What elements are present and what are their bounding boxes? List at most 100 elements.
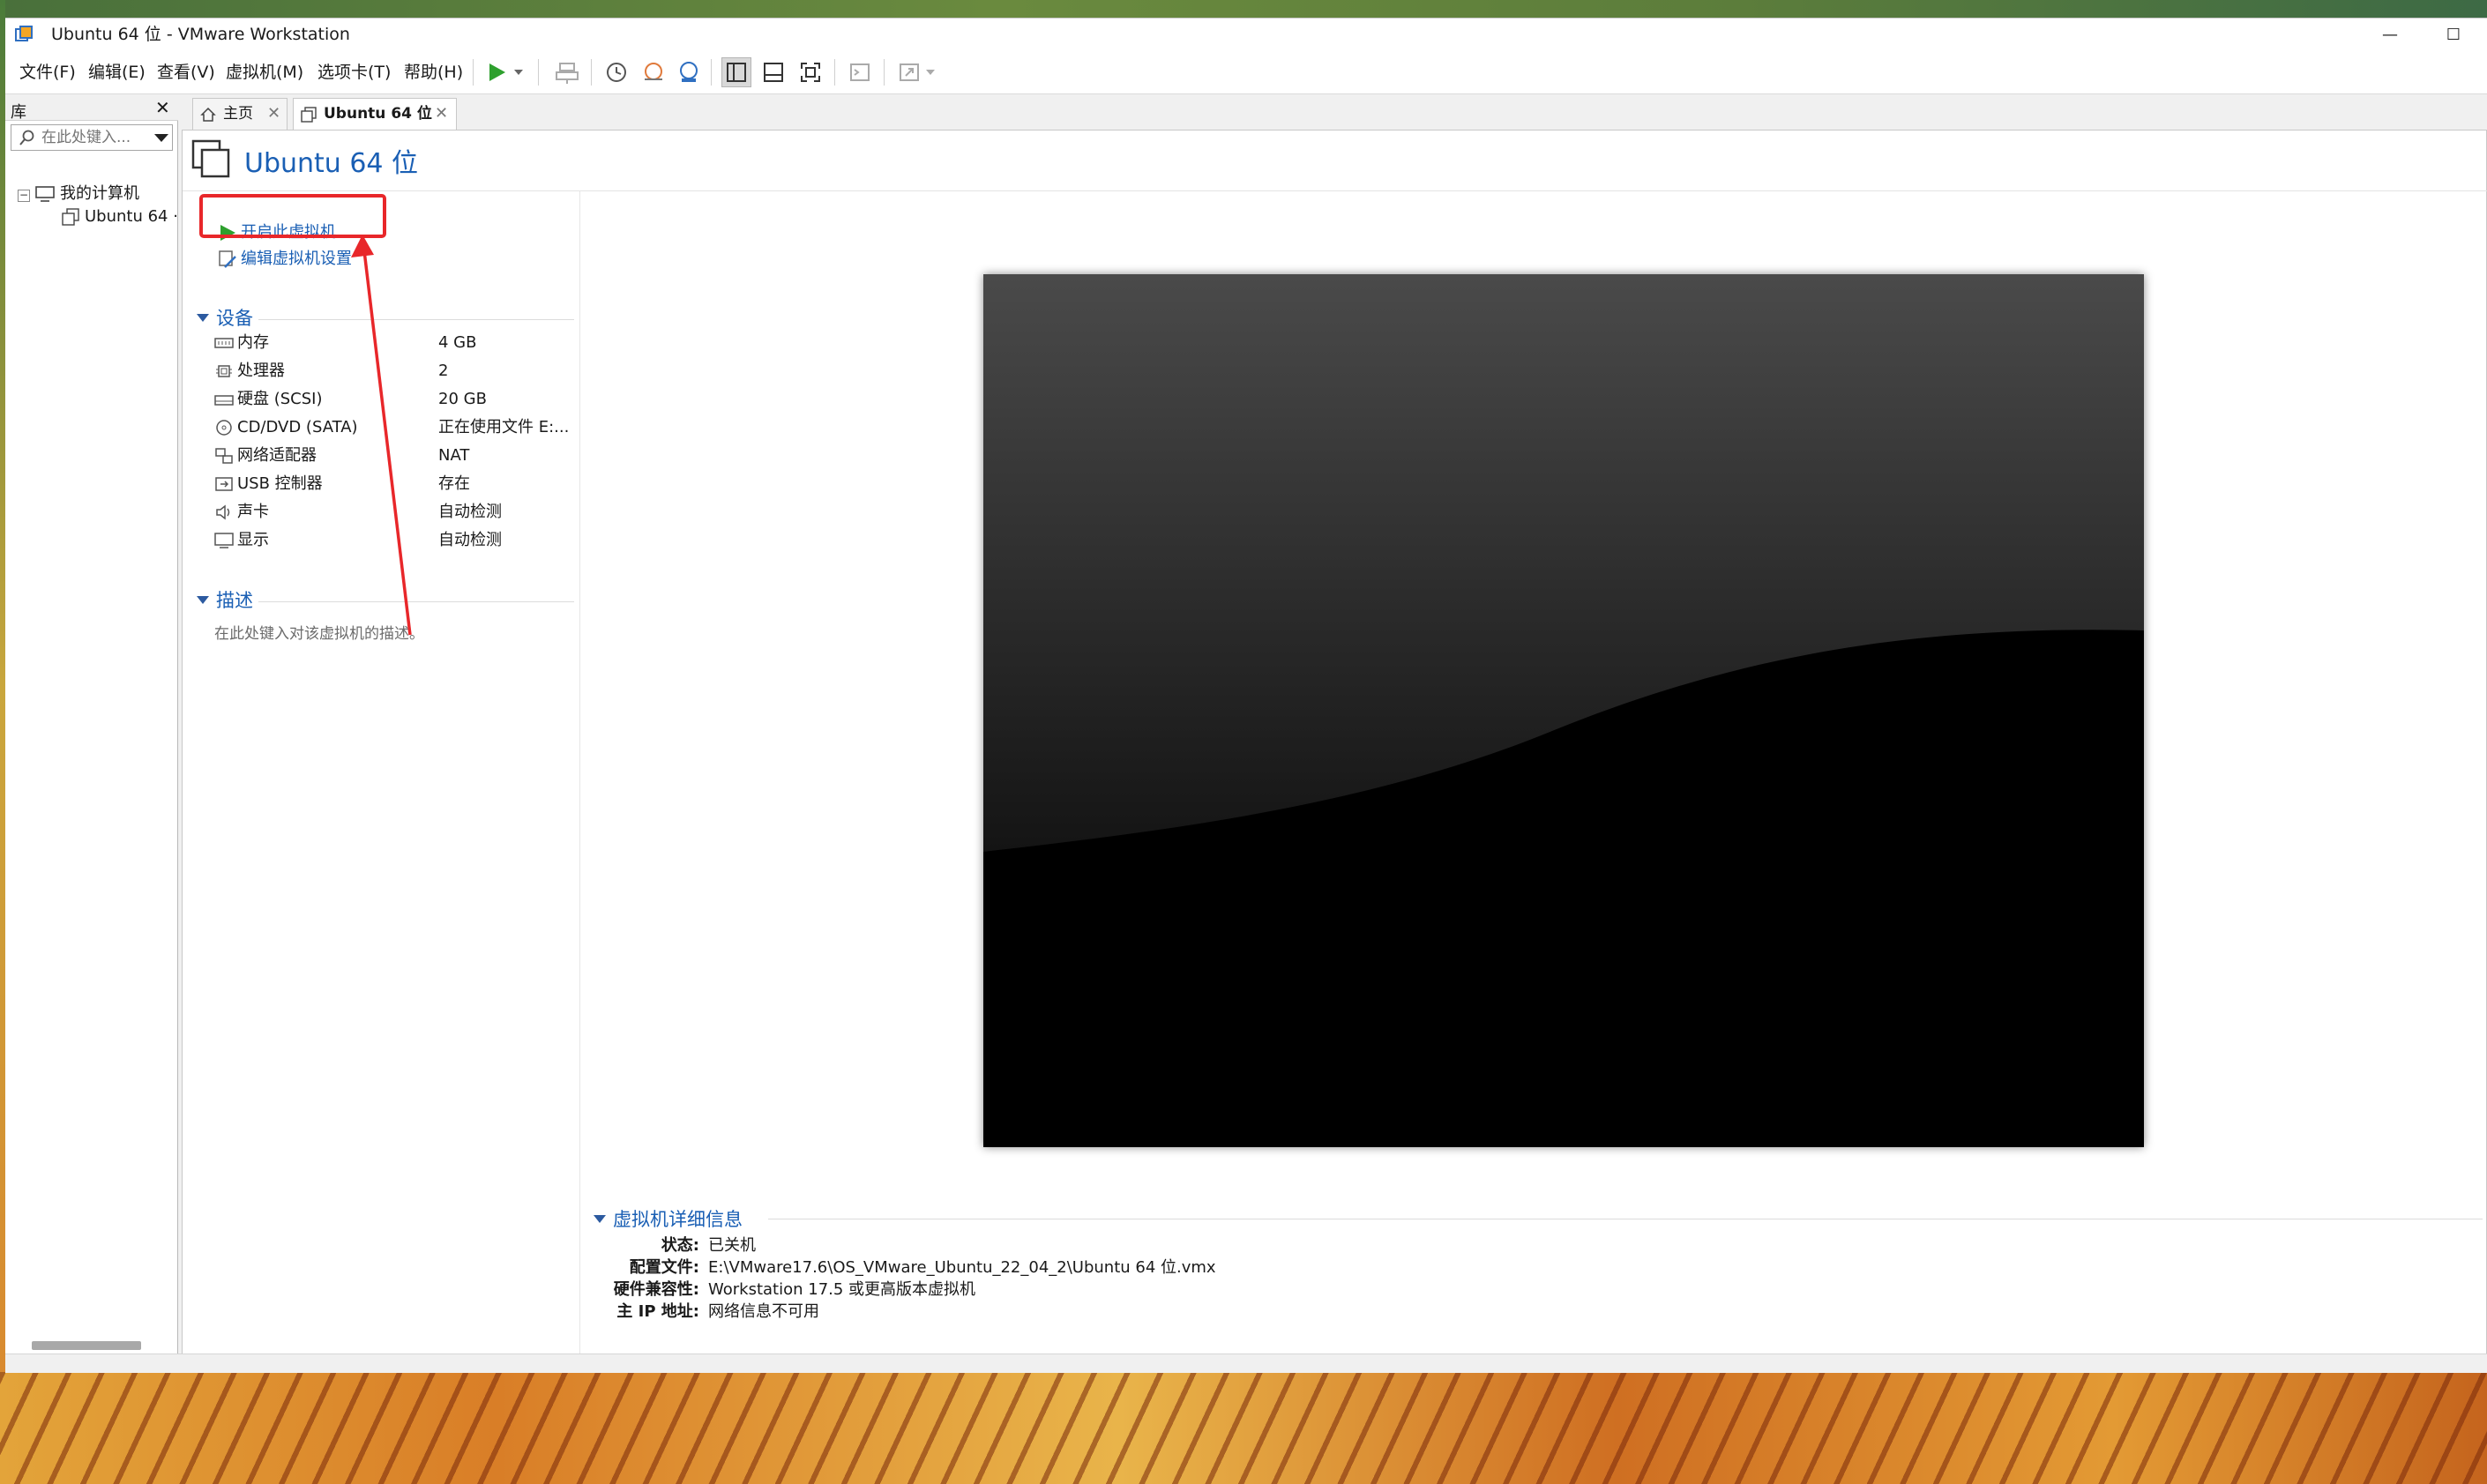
menu-view[interactable]: 查看(V): [157, 62, 215, 83]
description-placeholder[interactable]: 在此处键入对该虚拟机的描述。: [214, 621, 424, 643]
toolbar-separator: [591, 59, 592, 86]
toolbar-separator: [884, 59, 885, 86]
vm-title: Ubuntu 64 位: [244, 148, 419, 179]
library-horizontal-scrollbar[interactable]: [32, 1341, 141, 1350]
full-screen-icon: [801, 63, 820, 82]
device-name: 处理器: [237, 362, 285, 380]
edit-vm-settings-link[interactable]: 编辑虚拟机设置: [218, 249, 368, 270]
menu-help[interactable]: 帮助(H): [404, 62, 463, 83]
toolbar-separator: [711, 59, 712, 86]
menu-tabs[interactable]: 选项卡(T): [317, 62, 391, 83]
vmware-app-icon: [15, 26, 33, 41]
stretch-view-button[interactable]: [894, 57, 924, 87]
desktop-wallpaper-bottom: [0, 1372, 2487, 1484]
library-search-input[interactable]: [41, 128, 147, 147]
send-ctrl-alt-del-button[interactable]: [552, 57, 582, 87]
detail-row-state: 状态: 已关机: [594, 1234, 1652, 1257]
detail-row-config-file: 配置文件: E:\VMware17.6\OS_VMware_Ubuntu_22_…: [594, 1257, 1652, 1279]
maximize-button[interactable]: ☐: [2427, 19, 2480, 50]
stretch-dropdown-button[interactable]: [922, 57, 938, 87]
detail-key: 主 IP 地址:: [616, 1302, 699, 1321]
tab-ubuntu-vm[interactable]: Ubuntu 64 位 ✕: [293, 98, 457, 131]
snapshot-clock-icon: [607, 63, 626, 82]
device-value: 存在: [438, 474, 470, 493]
device-row-usb-controller[interactable]: USB 控制器 存在: [214, 471, 567, 497]
detail-key: 配置文件:: [629, 1258, 699, 1277]
detail-key: 硬件兼容性:: [613, 1280, 699, 1299]
description-heading: 描述: [216, 590, 253, 611]
device-row-cd-dvd[interactable]: CD/DVD (SATA) 正在使用文件 E:...: [214, 414, 569, 441]
device-name: 显示: [237, 531, 269, 549]
snapshot-manager-icon: [680, 62, 698, 82]
device-row-display[interactable]: 显示 自动检测: [214, 527, 567, 554]
device-row-memory[interactable]: 内存 4 GB: [214, 330, 567, 356]
revert-snapshot-button[interactable]: [639, 57, 668, 87]
search-dropdown-icon[interactable]: [154, 134, 168, 142]
close-tab-icon[interactable]: ✕: [435, 99, 448, 129]
network-adapter-icon: [215, 448, 233, 464]
toolbar-separator: [473, 59, 474, 86]
desktop-wallpaper-top: [0, 0, 2487, 18]
library-close-button[interactable]: ✕: [155, 97, 170, 118]
power-dropdown-button[interactable]: [510, 57, 527, 87]
play-icon: [489, 63, 505, 81]
power-on-toolbar-button[interactable]: [482, 57, 512, 87]
device-value: 自动检测: [438, 531, 502, 549]
power-on-vm-label: 开启此虚拟机: [241, 223, 336, 242]
title-bar: Ubuntu 64 位 - VMware Workstation — ☐: [5, 19, 2487, 50]
detail-key: 状态:: [661, 1236, 699, 1255]
device-name: 内存: [237, 333, 269, 352]
vm-screen-preview[interactable]: [983, 274, 2144, 1147]
tab-strip: 主页 ✕ Ubuntu 64 位 ✕: [182, 94, 2487, 131]
stretch-icon: [900, 63, 919, 81]
device-name: USB 控制器: [237, 474, 323, 493]
device-value: 2: [438, 362, 449, 380]
search-icon: [19, 130, 34, 145]
library-search-box: [11, 124, 173, 151]
vm-summary-page: Ubuntu 64 位 开启此虚拟机 编辑虚拟机设置 设备 内存 4 GB 处理…: [182, 130, 2487, 1364]
device-value: NAT: [438, 446, 470, 465]
close-tab-icon[interactable]: ✕: [267, 99, 280, 129]
tab-label: Ubuntu 64 位: [324, 105, 432, 123]
thumbnail-layout-icon: [764, 63, 783, 82]
detail-value[interactable]: E:\VMware17.6\OS_VMware_Ubuntu_22_04_2\U…: [708, 1257, 1216, 1279]
device-value: 自动检测: [438, 503, 502, 521]
caret-down-icon: [197, 314, 209, 322]
header-divider: [183, 190, 2487, 191]
snapshot-button[interactable]: [601, 57, 631, 87]
library-header: 库 ✕: [5, 94, 178, 122]
display-icon: [214, 533, 234, 548]
minimize-button[interactable]: —: [2364, 19, 2416, 50]
keyboard-send-icon: [556, 63, 579, 84]
status-bar: [5, 1353, 2487, 1373]
full-screen-button[interactable]: [795, 57, 825, 87]
device-name: 声卡: [237, 503, 269, 521]
device-name: 网络适配器: [237, 446, 317, 465]
chevron-down-icon: [926, 70, 935, 75]
snapshot-manager-button[interactable]: [674, 57, 704, 87]
device-row-processor[interactable]: 处理器 2: [214, 358, 567, 384]
usb-icon: [215, 477, 233, 491]
menu-edit[interactable]: 编辑(E): [88, 62, 146, 83]
tree-collapse-toggle[interactable]: −: [18, 190, 30, 202]
device-row-network-adapter[interactable]: 网络适配器 NAT: [214, 443, 567, 469]
library-panel: 库 ✕ − 我的计算机 Ubuntu 64 ·: [5, 94, 178, 1353]
device-name: CD/DVD (SATA): [237, 418, 358, 436]
tab-home[interactable]: 主页 ✕: [192, 98, 288, 130]
tree-item-label: 我的计算机: [60, 184, 139, 203]
section-divider: [258, 319, 574, 320]
toolbar-separator: [834, 59, 835, 86]
console-view-button[interactable]: [845, 57, 875, 87]
menu-vm[interactable]: 虚拟机(M): [226, 62, 303, 83]
show-library-button[interactable]: [721, 57, 751, 87]
thumbnail-bar-button[interactable]: [758, 57, 788, 87]
device-name: 硬盘 (SCSI): [237, 390, 323, 408]
device-row-sound-card[interactable]: 声卡 自动检测: [214, 499, 567, 526]
device-row-hard-disk[interactable]: 硬盘 (SCSI) 20 GB: [214, 386, 567, 413]
menu-file[interactable]: 文件(F): [19, 62, 76, 83]
caret-down-icon: [197, 596, 209, 604]
power-on-vm-link[interactable]: 开启此虚拟机: [218, 222, 350, 243]
play-icon: [220, 225, 235, 241]
vm-preview-graphic: [983, 274, 2144, 1147]
revert-snapshot-icon: [645, 63, 662, 80]
